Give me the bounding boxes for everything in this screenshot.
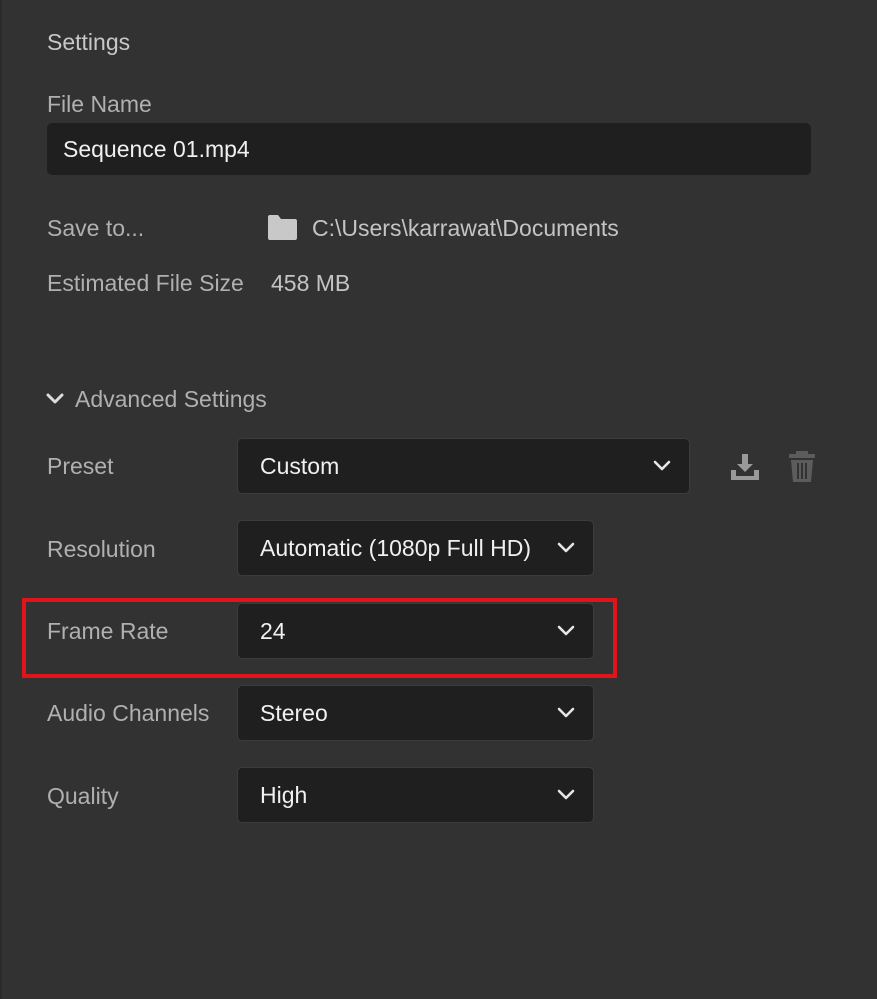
resolution-label: Resolution xyxy=(47,536,156,562)
preset-value: Custom xyxy=(260,453,340,479)
save-to-label: Save to... xyxy=(47,215,145,241)
chevron-down-icon xyxy=(557,707,575,718)
save-preset-icon[interactable] xyxy=(729,451,761,485)
file-name-label: File Name xyxy=(47,91,152,117)
chevron-down-icon xyxy=(46,393,64,404)
advanced-settings-label: Advanced Settings xyxy=(75,385,267,412)
frame-rate-label: Frame Rate xyxy=(47,618,169,644)
quality-value: High xyxy=(260,782,308,808)
preset-dropdown[interactable]: Custom xyxy=(237,438,690,494)
estimated-file-size-label: Estimated File Size xyxy=(47,270,244,296)
quality-dropdown[interactable]: High xyxy=(237,767,594,823)
quality-label: Quality xyxy=(47,783,119,809)
section-title: Settings xyxy=(47,29,131,55)
panel-left-edge xyxy=(0,0,2,999)
resolution-dropdown[interactable]: Automatic (1080p Full HD) xyxy=(237,520,594,576)
audio-channels-label: Audio Channels xyxy=(47,700,210,726)
chevron-down-icon xyxy=(557,625,575,636)
folder-icon[interactable] xyxy=(267,213,298,241)
audio-channels-dropdown[interactable]: Stereo xyxy=(237,685,594,741)
file-name-input[interactable]: Sequence 01.mp4 xyxy=(47,123,811,175)
frame-rate-value: 24 xyxy=(260,618,286,644)
preset-label: Preset xyxy=(47,453,114,479)
save-to-path[interactable]: C:\Users\karrawat\Documents xyxy=(312,215,619,242)
frame-rate-dropdown[interactable]: 24 xyxy=(237,603,594,659)
advanced-settings-toggle[interactable]: Advanced Settings xyxy=(45,383,267,415)
chevron-down-icon xyxy=(653,460,671,471)
chevron-down-icon xyxy=(557,542,575,553)
audio-channels-value: Stereo xyxy=(260,700,328,726)
chevron-down-icon xyxy=(557,789,575,800)
estimated-file-size-value: 458 MB xyxy=(271,270,351,296)
trash-icon[interactable] xyxy=(786,449,818,483)
resolution-value: Automatic (1080p Full HD) xyxy=(260,535,531,561)
